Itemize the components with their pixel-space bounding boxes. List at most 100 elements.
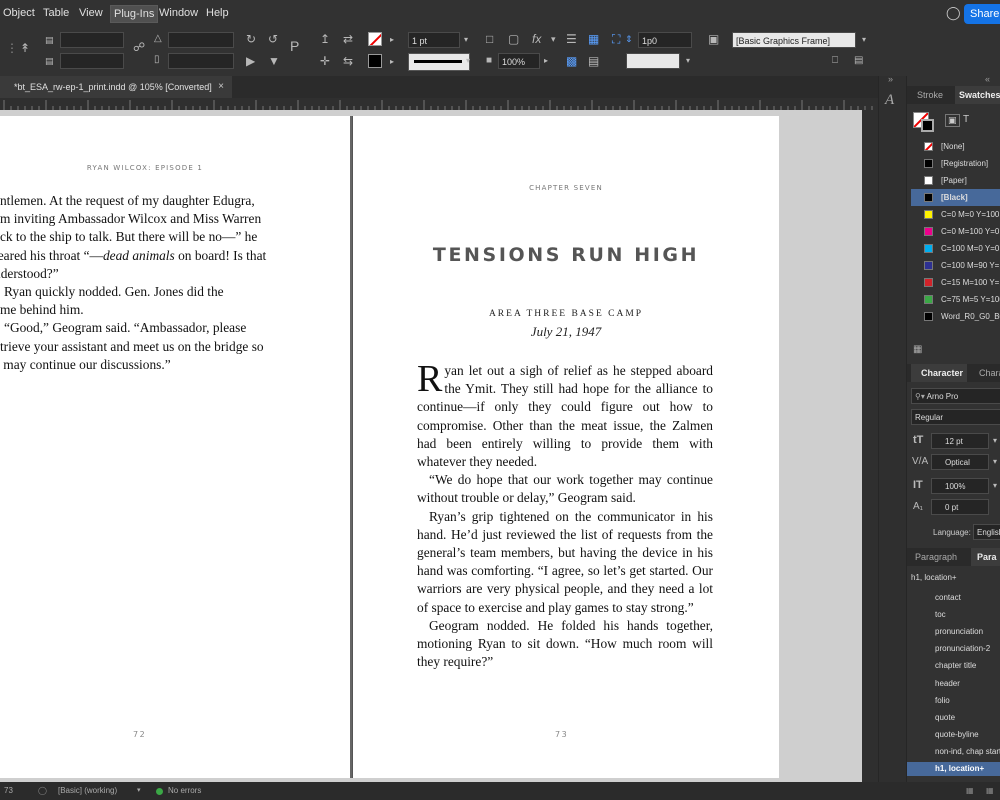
- offset-field[interactable]: 1p0: [638, 32, 692, 48]
- fill-dropdown[interactable]: ▸: [386, 32, 398, 48]
- opacity-dropdown[interactable]: ▸: [540, 53, 552, 69]
- text-wrap-bbox-icon[interactable]: ▦: [588, 32, 599, 46]
- paragraph-style-item[interactable]: pronunciation: [935, 625, 983, 639]
- clear-overrides-icon[interactable]: ⎕: [832, 54, 838, 68]
- menu-table[interactable]: Table: [43, 7, 69, 19]
- rotate-ccw-icon[interactable]: ↺: [268, 32, 278, 46]
- kerning-dropdown[interactable]: ▾: [989, 454, 1000, 470]
- paragraph-style-item[interactable]: folio: [935, 694, 950, 708]
- tab-paragraph[interactable]: Paragraph: [911, 548, 961, 566]
- font-family-field[interactable]: ⚲▾ Arno Pro: [911, 388, 1000, 404]
- text-wrap-none-icon[interactable]: ☰: [566, 32, 577, 46]
- constrain-proportions-icon[interactable]: ☍: [133, 40, 145, 54]
- tab-character-styles[interactable]: Chara: [979, 364, 1000, 382]
- swatch-item[interactable]: C=0 M=100 Y=0 K=0: [911, 223, 1000, 240]
- status-icon[interactable]: ▦: [966, 782, 974, 800]
- color-dropdown[interactable]: ▾: [682, 53, 694, 69]
- wrap-jump-icon[interactable]: ▤: [588, 54, 599, 68]
- preflight-profile[interactable]: [Basic] (working): [58, 782, 117, 800]
- swatch-item[interactable]: C=15 M=100 Y=100 K=0: [911, 274, 1000, 291]
- swatch-item[interactable]: C=75 M=5 Y=100 K=0: [911, 291, 1000, 308]
- right-page-text[interactable]: Ryan let out a sigh of relief as he step…: [417, 360, 713, 671]
- tab-stroke[interactable]: Stroke: [913, 86, 947, 104]
- frame-icon[interactable]: ▢: [508, 32, 519, 46]
- rotation-field[interactable]: [168, 32, 234, 48]
- panel-menu-icon[interactable]: ▤: [854, 54, 863, 68]
- paragraph-style-item[interactable]: non-ind, chap start: [935, 745, 1000, 759]
- pasteboard[interactable]: RYAN WILCOX: EPISODE 1 entlemen. At the …: [0, 110, 862, 782]
- close-tab-icon[interactable]: ×: [218, 76, 224, 98]
- paragraph-style-item[interactable]: h1, location+: [907, 762, 1000, 776]
- kerning-field[interactable]: Optical: [931, 454, 989, 470]
- right-page[interactable]: CHAPTER SEVEN TENSIONS RUN HIGH AREA THR…: [352, 116, 779, 778]
- select-content-icon[interactable]: ✛: [320, 54, 330, 68]
- swatch-item[interactable]: C=100 M=90 Y=10 K=0: [911, 257, 1000, 274]
- baseline-shift-field[interactable]: 0 pt: [931, 499, 989, 515]
- paragraph-style-item[interactable]: toc: [935, 608, 946, 622]
- menu-object[interactable]: Object: [3, 7, 35, 19]
- swatch-item[interactable]: [Paper]: [911, 172, 1000, 189]
- reference-point-icon[interactable]: P: [290, 39, 299, 53]
- flip-vertical-icon[interactable]: ▼: [268, 54, 280, 68]
- share-button[interactable]: Share: [964, 4, 1000, 24]
- tab-character[interactable]: Character: [911, 364, 968, 382]
- fill-swatch[interactable]: [368, 32, 382, 46]
- menu-help[interactable]: Help: [206, 7, 229, 19]
- left-page-text[interactable]: entlemen. At the request of my daughter …: [0, 192, 286, 374]
- font-size-dropdown[interactable]: ▾: [989, 433, 1000, 449]
- tab-paragraph-styles[interactable]: Para: [971, 548, 1000, 566]
- swatch-item[interactable]: [Registration]: [911, 155, 1000, 172]
- stroke-weight-field[interactable]: 1 pt: [408, 32, 460, 48]
- effects-icon[interactable]: fx: [532, 32, 541, 46]
- shear-field[interactable]: [168, 53, 234, 69]
- lightbulb-icon[interactable]: ◯: [946, 5, 961, 21]
- stroke-type-dropdown[interactable]: ▾: [462, 53, 474, 69]
- swatch-options-icon[interactable]: ▦: [913, 344, 922, 355]
- wrap-shape-icon[interactable]: ▩: [566, 54, 577, 68]
- select-previous-icon[interactable]: ⇄: [343, 32, 353, 46]
- paragraph-style-item[interactable]: pronunciation-2: [935, 642, 990, 656]
- vertical-scale-field[interactable]: 100%: [931, 478, 989, 494]
- vertical-scrollbar[interactable]: [862, 110, 878, 782]
- page-nav-field[interactable]: 73: [4, 782, 13, 800]
- paragraph-style-item[interactable]: chapter title: [935, 659, 976, 673]
- corner-options-icon[interactable]: □: [486, 32, 493, 46]
- swatch-item[interactable]: [None]: [911, 138, 1000, 155]
- document-tab[interactable]: *bt_ESA_rw-ep-1_print.indd @ 105% [Conve…: [0, 76, 232, 98]
- flip-horizontal-icon[interactable]: ▶: [246, 54, 255, 68]
- menu-view[interactable]: View: [79, 7, 103, 19]
- swatch-item[interactable]: C=100 M=0 Y=0 K=0: [911, 240, 1000, 257]
- preflight-dropdown-icon[interactable]: ▾: [137, 782, 141, 800]
- link-proxy-icon[interactable]: ↟: [20, 41, 30, 55]
- opacity-field[interactable]: 100%: [498, 53, 540, 69]
- effects-dropdown-icon[interactable]: ▾: [551, 32, 556, 46]
- stroke-swatch[interactable]: [368, 54, 382, 68]
- paragraph-style-item[interactable]: header: [935, 677, 960, 691]
- paragraph-style-item[interactable]: quote: [935, 711, 955, 725]
- width-field[interactable]: [60, 32, 124, 48]
- select-next-icon[interactable]: ⇆: [343, 54, 353, 68]
- left-page[interactable]: RYAN WILCOX: EPISODE 1 entlemen. At the …: [0, 116, 350, 778]
- fitting-icon[interactable]: ⛶: [612, 32, 620, 46]
- menu-window[interactable]: Window: [159, 7, 198, 19]
- character-styles-icon[interactable]: A: [885, 92, 894, 109]
- select-container-icon[interactable]: ↥: [320, 32, 330, 46]
- status-icon-2[interactable]: ▦: [986, 782, 994, 800]
- font-size-field[interactable]: 12 pt: [931, 433, 989, 449]
- stroke-type-field[interactable]: [408, 53, 470, 71]
- tab-swatches[interactable]: Swatches: [955, 86, 1000, 104]
- swatch-item[interactable]: [Black]: [911, 189, 1000, 206]
- vertical-scale-dropdown[interactable]: ▾: [989, 478, 1000, 494]
- menu-plug-ins[interactable]: Plug-Ins: [110, 5, 159, 23]
- formatting-container-icon[interactable]: ▣: [945, 114, 960, 127]
- swatch-item[interactable]: Word_R0_G0_B0: [911, 308, 1000, 325]
- paragraph-style-item[interactable]: quote-byline: [935, 728, 979, 742]
- stroke-dropdown[interactable]: ▸: [386, 54, 398, 70]
- language-field[interactable]: English: [973, 524, 1000, 540]
- color-field[interactable]: [626, 53, 680, 69]
- collapse-dock-icon[interactable]: «: [985, 74, 990, 84]
- formatting-text-icon[interactable]: T: [963, 114, 969, 125]
- collapse-arrows-icon[interactable]: »: [888, 74, 893, 84]
- stroke-proxy[interactable]: [921, 119, 934, 132]
- font-style-field[interactable]: Regular: [911, 409, 1000, 425]
